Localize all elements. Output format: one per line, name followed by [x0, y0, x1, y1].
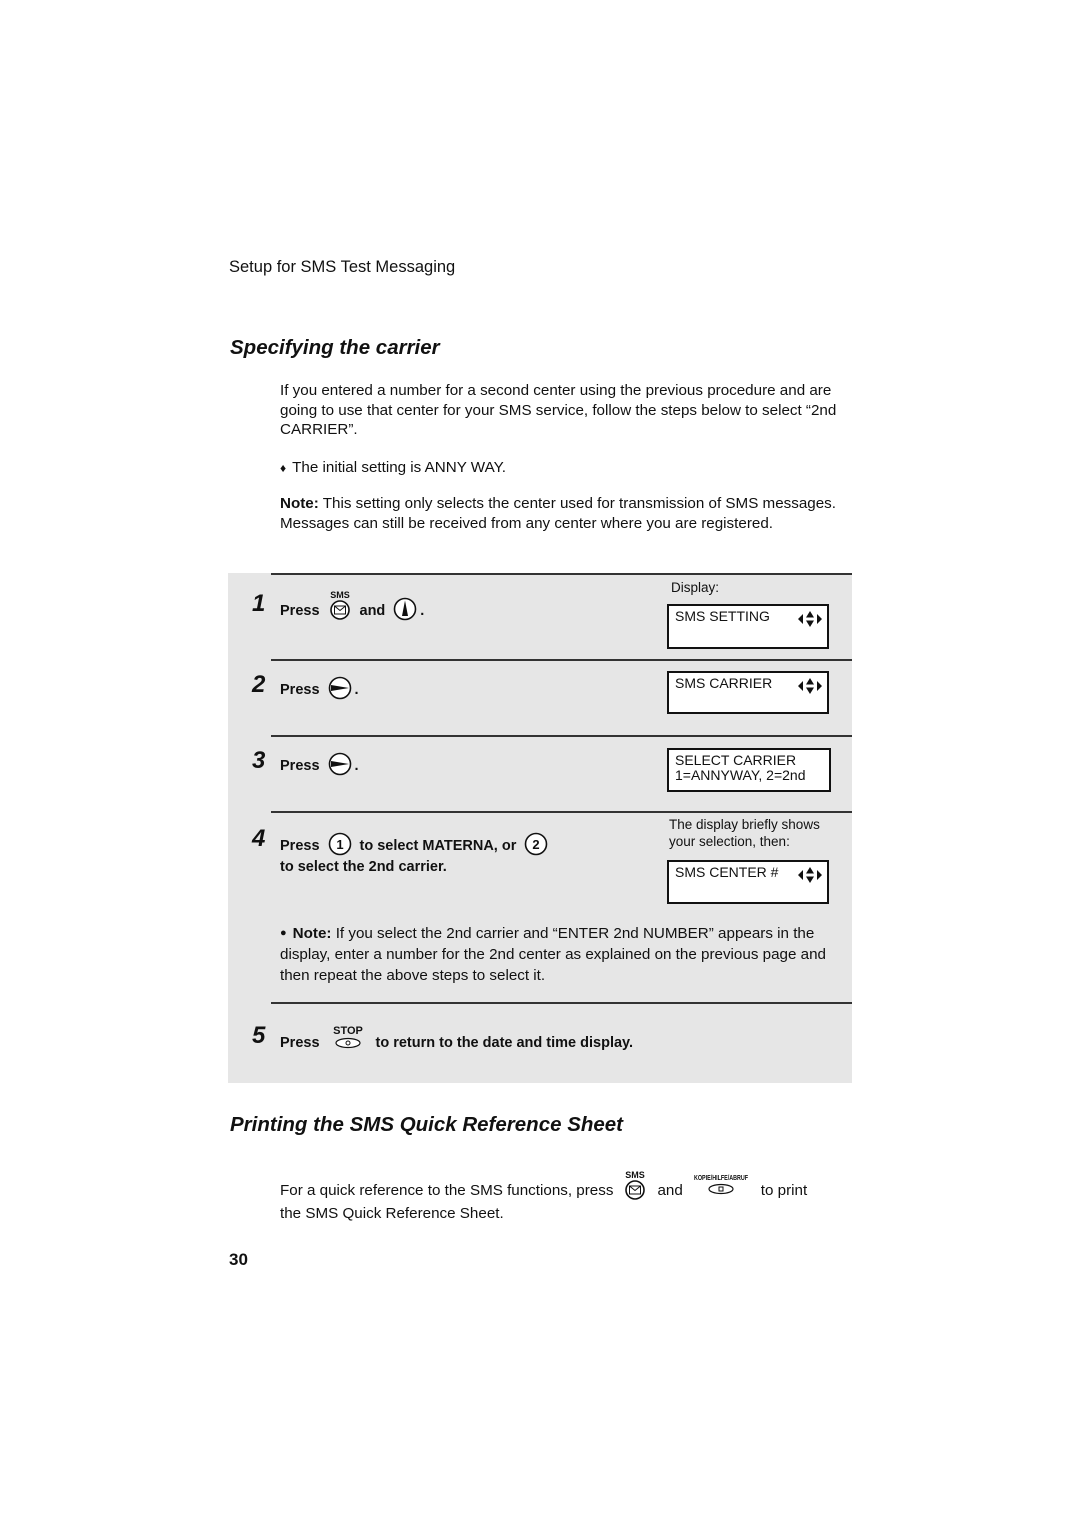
and-label: and [657, 1181, 683, 1199]
second-carrier-note: ● Note: If you select the 2nd carrier and… [280, 923, 840, 986]
transmission-note: Note: This setting only selects the cent… [280, 494, 840, 533]
lcd-line-1: SELECT CARRIER [675, 752, 797, 768]
step-2-instruction: Press . [280, 676, 359, 704]
initial-setting-bullet: ♦ The initial setting is ANNY WAY. [280, 458, 506, 479]
note-label: Note: [292, 925, 332, 942]
round-bullet-icon: ● [280, 927, 287, 939]
note-text: This setting only selects the center use… [280, 495, 836, 532]
kopie-hilfe-abruf-key-icon[interactable]: KOPIE/HILFE/ABRUF [693, 1172, 749, 1200]
step-4-line-2: to select the 2nd carrier. [280, 859, 447, 875]
steps-panel: 1 Press SMS and . Display: SMS SETTING 2… [228, 573, 852, 1083]
select-materna-text: to select MATERNA, or [359, 838, 517, 854]
initial-setting-text: The initial setting is ANNY WAY. [292, 459, 506, 476]
period: . [354, 682, 359, 698]
quick-reference-line-2: the SMS Quick Reference Sheet. [280, 1205, 504, 1222]
step-number: 3 [252, 747, 266, 774]
lcd-text: SMS SETTING [675, 608, 770, 624]
step-number: 2 [252, 671, 266, 698]
key-1-label: 1 [336, 837, 343, 852]
up-arrow-key-icon[interactable] [393, 597, 417, 625]
intro-paragraph: If you entered a number for a second cen… [280, 382, 837, 438]
press-label: Press [280, 603, 320, 619]
divider [271, 1002, 852, 1004]
lcd-sms-setting: SMS SETTING [667, 604, 829, 649]
return-text: to return to the date and time display. [375, 1035, 634, 1051]
stop-key-label: STOP [333, 1025, 363, 1037]
display-label: Display: [671, 580, 720, 595]
four-way-arrows-icon [797, 677, 823, 698]
right-arrow-key-icon[interactable] [328, 676, 352, 704]
divider [271, 735, 852, 737]
period: . [420, 603, 425, 619]
step-number: 5 [252, 1022, 266, 1049]
heading-specifying-carrier: Specifying the carrier [230, 336, 440, 359]
divider [271, 573, 852, 575]
step-4-instruction: Press 1 to select MATERNA, or 2 [280, 832, 548, 860]
lcd-sms-carrier: SMS CARRIER [667, 671, 829, 714]
step-number: 4 [252, 825, 266, 852]
note-text: If you select the 2nd carrier and “ENTER… [280, 925, 826, 984]
key-1-button[interactable]: 1 [328, 832, 352, 860]
stop-key-icon[interactable]: STOP [330, 1024, 366, 1054]
key-2-label: 2 [533, 837, 540, 852]
press-label: Press [280, 1035, 320, 1051]
section-header: Setup for SMS Test Messaging [229, 258, 456, 276]
step-1-instruction: Press SMS and . [280, 590, 425, 629]
lcd-line-2: 1=ANNYWAY, 2=2nd [675, 767, 806, 783]
sms-key-icon[interactable]: SMS [623, 1169, 647, 1205]
to-print-text: to print [760, 1181, 808, 1199]
and-label: and [359, 603, 386, 619]
four-way-arrows-icon [797, 866, 823, 887]
step-3-instruction: Press . [280, 752, 359, 780]
quick-reference-text: For a quick reference to the SMS functio… [280, 1181, 614, 1199]
divider [271, 811, 852, 813]
sms-key-label: SMS [330, 590, 350, 600]
step-number: 1 [252, 590, 266, 617]
note-label: Note: [280, 495, 319, 512]
quick-reference-line-1: For a quick reference to the SMS functio… [280, 1169, 808, 1208]
lcd-text: SMS CENTER # [675, 864, 779, 880]
lcd-select-carrier: SELECT CARRIER 1=ANNYWAY, 2=2nd [667, 748, 831, 792]
display-note: The display briefly shows your selection… [669, 817, 820, 849]
period: . [354, 758, 359, 774]
diamond-bullet-icon: ♦ [280, 461, 287, 475]
four-way-arrows-icon [797, 610, 823, 631]
lcd-sms-center: SMS CENTER # [667, 860, 829, 904]
sms-key-label: SMS [626, 1170, 646, 1180]
page-number: 30 [229, 1250, 248, 1269]
key-2-button[interactable]: 2 [524, 832, 548, 860]
heading-printing-reference: Printing the SMS Quick Reference Sheet [230, 1113, 624, 1136]
sms-key-icon[interactable]: SMS [328, 589, 352, 625]
press-label: Press [280, 758, 320, 774]
step-5-instruction: Press STOP to return to the date and tim… [280, 1025, 634, 1058]
press-label: Press [280, 838, 320, 854]
divider [271, 659, 852, 661]
right-arrow-key-icon[interactable] [328, 752, 352, 780]
lcd-text: SMS CARRIER [675, 675, 773, 691]
press-label: Press [280, 682, 320, 698]
kopie-key-label: KOPIE/HILFE/ABRUF [694, 1173, 748, 1182]
